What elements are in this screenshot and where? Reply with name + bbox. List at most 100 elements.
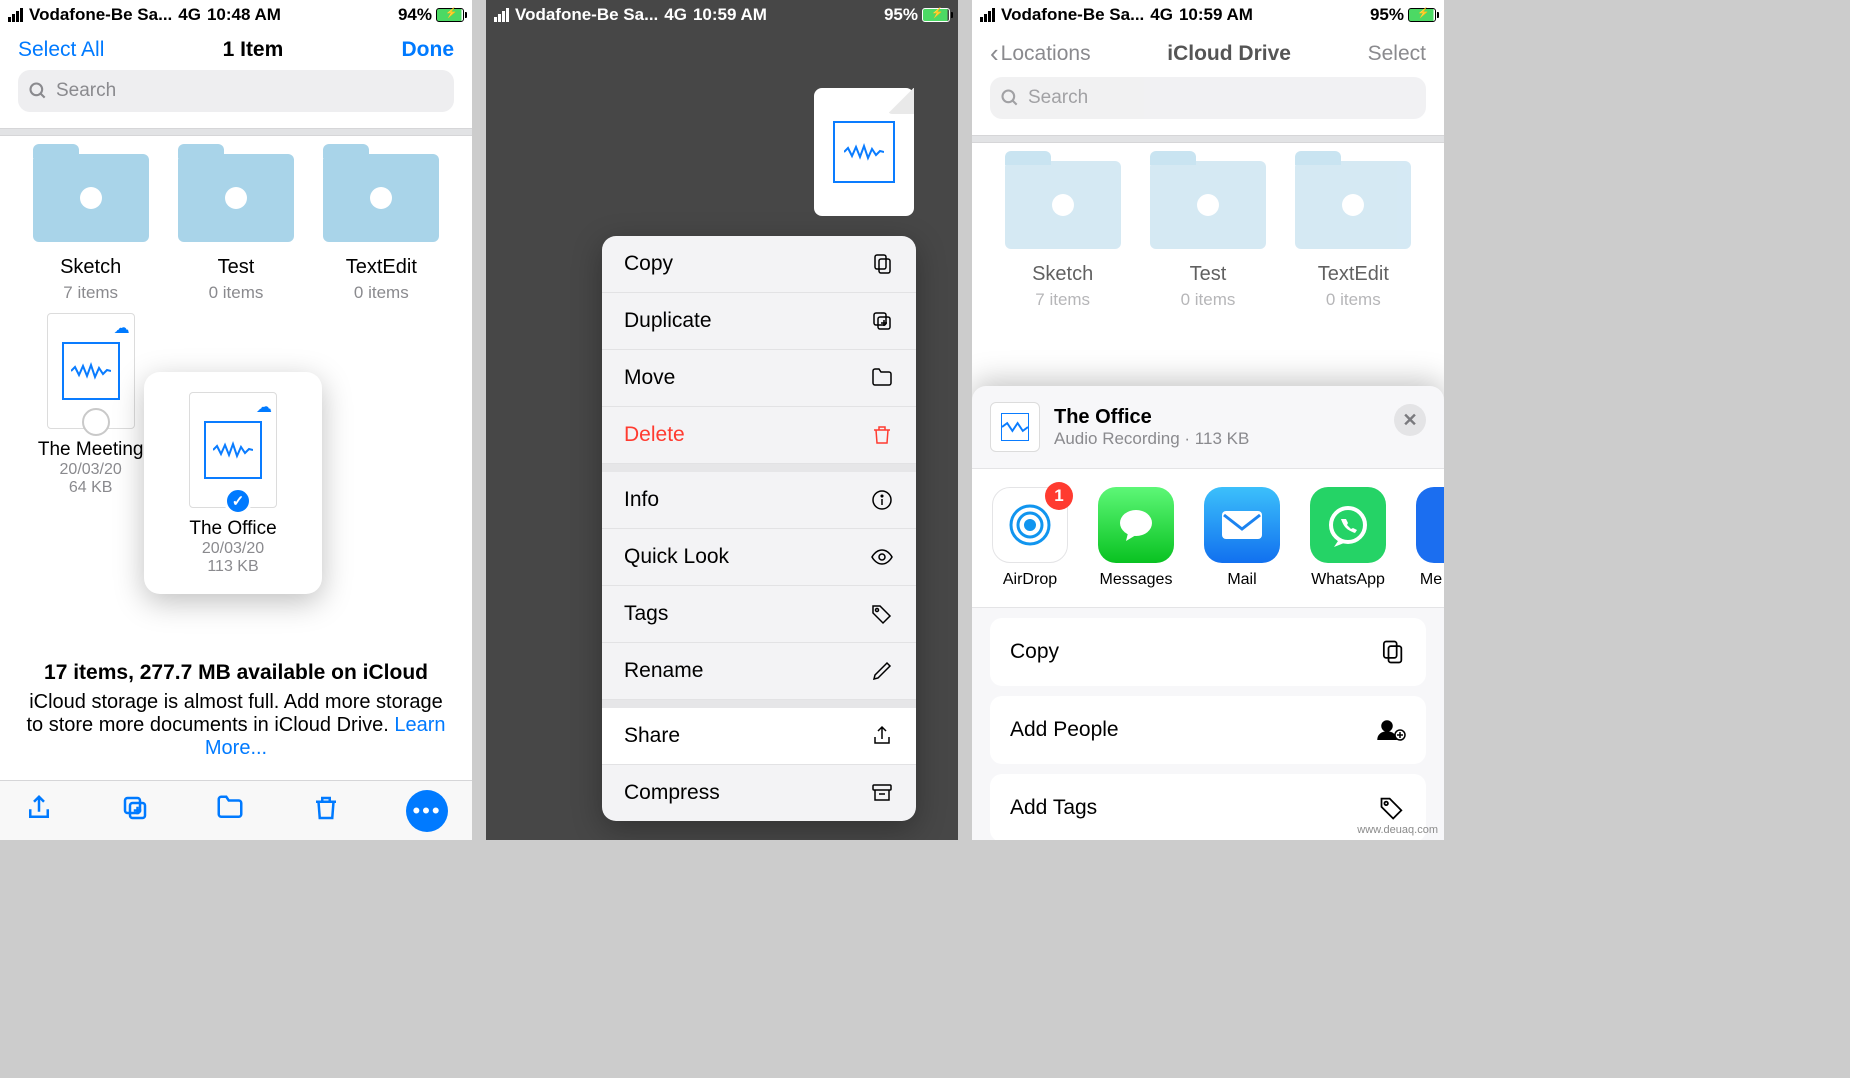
action-label: Copy <box>1010 640 1059 664</box>
copy-icon <box>870 252 894 276</box>
menu-move[interactable]: Move <box>602 350 916 407</box>
app-partial-icon <box>1416 487 1444 563</box>
search-input[interactable]: Search <box>990 77 1426 119</box>
duplicate-icon[interactable] <box>120 793 150 828</box>
signal-icon <box>494 8 509 22</box>
select-all-button[interactable]: Select All <box>18 38 104 62</box>
close-button[interactable]: ✕ <box>1394 404 1426 436</box>
folder-test[interactable]: Test 0 items <box>163 154 308 303</box>
status-bar: Vodafone-Be Sa... 4G 10:48 AM 94% ⚡ <box>0 0 472 30</box>
app-label: WhatsApp <box>1311 571 1385 589</box>
done-button[interactable]: Done <box>402 38 455 62</box>
menu-duplicate[interactable]: Duplicate <box>602 293 916 350</box>
file-name: The Meeting <box>38 439 144 461</box>
screen-selection: Vodafone-Be Sa... 4G 10:48 AM 94% ⚡ Sele… <box>0 0 472 840</box>
menu-label: Quick Look <box>624 545 729 569</box>
menu-copy[interactable]: Copy <box>602 236 916 293</box>
file-name: The Office <box>162 518 304 540</box>
menu-info[interactable]: Info <box>602 472 916 529</box>
trash-icon <box>870 423 894 447</box>
share-app-messages[interactable]: Messages <box>1098 487 1174 589</box>
folder-item-count: 0 items <box>209 283 264 303</box>
folder-test[interactable]: Test 0 items <box>1135 161 1280 310</box>
action-label: Add People <box>1010 718 1119 742</box>
duplicate-icon <box>870 309 894 333</box>
audio-icon <box>833 121 895 183</box>
share-title: The Office <box>1054 406 1249 429</box>
folder-name: Sketch <box>1032 263 1093 286</box>
share-icon[interactable] <box>24 793 54 828</box>
folder-name: TextEdit <box>346 256 417 279</box>
selected-file-card[interactable]: ☁︎ ✓ The Office 20/03/20 113 KB <box>144 372 322 594</box>
divider <box>972 135 1444 143</box>
status-bar: Vodafone-Be Sa... 4G 10:59 AM 95% ⚡ <box>486 0 958 30</box>
audio-icon <box>1001 413 1029 441</box>
folder-item-count: 7 items <box>1035 290 1090 310</box>
search-icon <box>28 81 48 101</box>
action-label: Add Tags <box>1010 796 1097 820</box>
share-app-mail[interactable]: Mail <box>1204 487 1280 589</box>
time-label: 10:59 AM <box>693 5 767 25</box>
delete-icon[interactable] <box>311 793 341 828</box>
select-button[interactable]: Select <box>1368 42 1426 66</box>
battery-percent: 95% <box>884 5 918 25</box>
search-placeholder: Search <box>56 80 116 102</box>
file-the-meeting[interactable]: ☁︎ The Meeting 20/03/20 64 KB <box>18 313 163 497</box>
context-file-preview[interactable] <box>814 88 914 216</box>
carrier-label: Vodafone-Be Sa... <box>29 5 172 25</box>
app-label: Me <box>1420 571 1442 589</box>
app-label: Messages <box>1100 571 1173 589</box>
carrier-label: Vodafone-Be Sa... <box>1001 5 1144 25</box>
folder-sketch[interactable]: Sketch 7 items <box>18 154 163 303</box>
folder-sketch[interactable]: Sketch 7 items <box>990 161 1135 310</box>
app-label: Mail <box>1227 571 1256 589</box>
menu-compress[interactable]: Compress <box>602 765 916 821</box>
action-copy[interactable]: Copy <box>990 618 1426 686</box>
share-header: The Office Audio Recording · 113 KB ✕ <box>972 386 1444 468</box>
storage-detail: iCloud storage is almost full. Add more … <box>26 691 442 736</box>
menu-delete[interactable]: Delete <box>602 407 916 464</box>
share-app-more[interactable]: Me <box>1416 487 1444 589</box>
folder-textedit[interactable]: TextEdit 0 items <box>1281 161 1426 310</box>
copy-icon <box>1378 638 1406 666</box>
menu-separator <box>602 700 916 708</box>
battery-icon: ⚡ <box>436 8 464 22</box>
folder-grid: Sketch 7 items Test 0 items TextEdit 0 i… <box>972 143 1444 310</box>
folder-name: Test <box>218 256 255 279</box>
share-app-airdrop[interactable]: 1 AirDrop <box>992 487 1068 589</box>
menu-quicklook[interactable]: Quick Look <box>602 529 916 586</box>
more-button[interactable]: ••• <box>406 790 448 832</box>
eye-icon <box>870 545 894 569</box>
share-app-whatsapp[interactable]: WhatsApp <box>1310 487 1386 589</box>
mail-icon <box>1204 487 1280 563</box>
check-badge-icon: ✓ <box>224 487 252 515</box>
menu-tags[interactable]: Tags <box>602 586 916 643</box>
file-size: 64 KB <box>69 479 113 497</box>
folder-textedit[interactable]: TextEdit 0 items <box>309 154 454 303</box>
nav-bar: ‹ Locations iCloud Drive Select <box>972 30 1444 77</box>
share-thumb <box>990 402 1040 452</box>
watermark: www.deuaq.com <box>1357 824 1438 836</box>
menu-label: Delete <box>624 423 685 447</box>
airdrop-badge: 1 <box>1045 482 1073 510</box>
menu-share[interactable]: Share <box>602 708 916 765</box>
context-menu: Copy Duplicate Move Delete Info Quick Lo… <box>602 236 916 821</box>
folder-item-count: 0 items <box>1326 290 1381 310</box>
close-icon: ✕ <box>1402 410 1417 431</box>
action-add-people[interactable]: Add People <box>990 696 1426 764</box>
menu-label: Rename <box>624 659 703 683</box>
folder-name: TextEdit <box>1318 263 1389 286</box>
search-input[interactable]: Search <box>18 70 454 112</box>
network-label: 4G <box>664 5 687 25</box>
folder-icon <box>1295 161 1411 249</box>
share-subtitle: Audio Recording · 113 KB <box>1054 429 1249 449</box>
menu-rename[interactable]: Rename <box>602 643 916 700</box>
folder-icon <box>870 366 894 390</box>
share-apps-row[interactable]: 1 AirDrop Messages Mail WhatsA <box>972 468 1444 608</box>
footer-info: 17 items, 277.7 MB available on iCloud i… <box>0 661 472 760</box>
share-sheet: The Office Audio Recording · 113 KB ✕ 1 … <box>972 386 1444 840</box>
move-icon[interactable] <box>215 793 245 828</box>
messages-icon <box>1098 487 1174 563</box>
file-thumb: ☁︎ ✓ <box>189 392 277 508</box>
back-button[interactable]: ‹ Locations <box>990 38 1091 69</box>
